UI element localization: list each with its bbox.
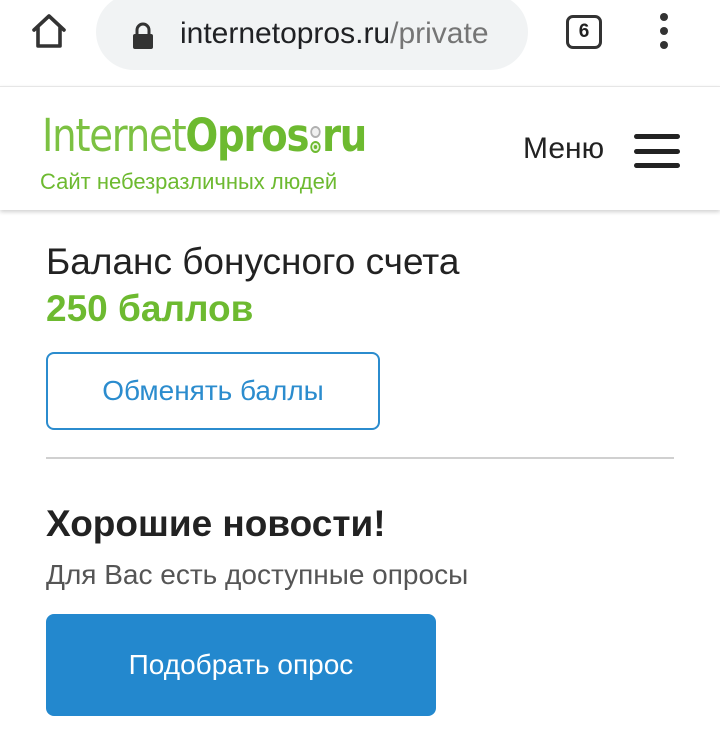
home-icon (32, 14, 66, 48)
hamburger-icon[interactable] (634, 134, 680, 168)
url-path: /private (390, 17, 489, 50)
find-survey-button[interactable]: Подобрать опрос (46, 614, 436, 716)
balance-title: Баланс бонусного счета (46, 241, 460, 282)
url-domain: internetopros.ru (180, 17, 391, 50)
browser-toolbar: internetopros.ru/private 6 (0, 0, 720, 86)
logo-text-ru: ru (321, 109, 367, 162)
site-header: Internet Opros ru Сайт небезразличных люде… (0, 86, 720, 210)
vertical-dots-icon (660, 13, 668, 21)
balance-value: 250 баллов (46, 288, 254, 329)
tab-count: 6 (578, 21, 590, 42)
news-title: Хорошие новости! (46, 503, 386, 544)
lock-icon (133, 22, 153, 49)
logo-dots-icon (309, 126, 321, 153)
logo-text-internet: Internet (42, 109, 187, 162)
tab-switcher-button[interactable]: 6 (566, 15, 602, 49)
logo-text-opros: Opros (185, 109, 309, 162)
exchange-points-button[interactable]: Обменять баллы (46, 352, 380, 430)
more-menu-button[interactable] (648, 10, 680, 52)
site-tagline: Сайт небезразличных людей (40, 169, 338, 194)
menu-label[interactable]: Меню (523, 131, 604, 167)
url-text: internetopros.ru/private (180, 16, 520, 52)
site-logo[interactable]: Internet Opros ru (42, 101, 367, 162)
address-bar[interactable]: internetopros.ru/private (96, 0, 528, 70)
section-divider (46, 457, 674, 459)
home-button[interactable] (24, 6, 74, 56)
news-subtitle: Для Вас есть доступные опросы (46, 559, 469, 590)
